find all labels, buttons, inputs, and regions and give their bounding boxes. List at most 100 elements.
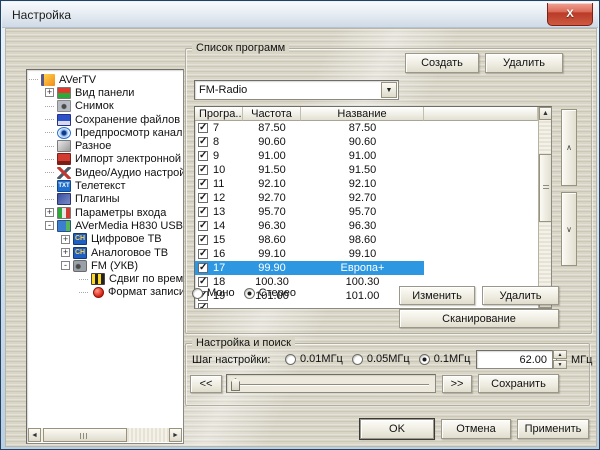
row-checkbox[interactable]: ✓ xyxy=(198,221,208,231)
tuning-step-radio[interactable]: 0.05МГц xyxy=(351,353,410,365)
program-number: 14 xyxy=(213,220,226,232)
save-button[interactable]: Сохранить xyxy=(478,374,559,393)
collapse-minus-icon[interactable]: - xyxy=(45,221,54,231)
table-scrollbar-thumb[interactable] xyxy=(539,154,551,222)
tree-item[interactable]: + Вид панели xyxy=(27,86,183,99)
slider-thumb[interactable] xyxy=(231,378,240,391)
tree-item[interactable]: Сохранение файлов xyxy=(27,113,183,126)
close-button[interactable]: X xyxy=(547,3,593,26)
tree-item[interactable]: TXT Телетекст xyxy=(27,179,183,193)
tree-item[interactable]: AVerTV xyxy=(27,73,183,86)
delete-button[interactable]: Удалить xyxy=(485,53,563,73)
row-checkbox[interactable]: ✓ xyxy=(198,193,208,203)
combo-dropdown-arrow-icon[interactable]: ▼ xyxy=(381,82,397,98)
expand-plus-icon[interactable]: + xyxy=(61,234,70,244)
step-forward-button[interactable]: >> xyxy=(442,375,472,393)
program-number: 11 xyxy=(213,178,225,190)
tree-item[interactable]: Плагины xyxy=(27,193,183,206)
table-row[interactable]: ✓ 12 92.70 92.70 xyxy=(195,191,551,205)
table-row[interactable]: ✓ 7 87.50 87.50 xyxy=(195,121,551,135)
step-back-button[interactable]: << xyxy=(190,375,222,393)
tuning-step-radio[interactable]: 0.01МГц xyxy=(285,353,343,365)
spin-up-button[interactable]: ▲ xyxy=(553,350,567,359)
table-row[interactable]: ✓ 9 91.00 91.00 xyxy=(195,149,551,163)
frequency-value-field[interactable]: 62.00 xyxy=(476,350,553,369)
table-row[interactable]: ✓ 15 98.60 98.60 xyxy=(195,233,551,247)
audio-mode-radio[interactable]: Стерео xyxy=(243,287,296,299)
expand-plus-icon[interactable]: + xyxy=(45,208,54,218)
tree-scrollbar-track[interactable] xyxy=(41,428,169,442)
column-header[interactable]: Програ... xyxy=(195,107,243,121)
scroll-right-arrow-icon[interactable]: ► xyxy=(169,428,182,442)
tree-item[interactable]: Предпросмотр каналов xyxy=(27,126,183,139)
delete-row-button[interactable]: Удалить xyxy=(482,286,559,305)
empty-cell xyxy=(424,177,538,191)
expand-plus-icon[interactable]: + xyxy=(45,88,54,98)
tree-item[interactable]: - FM (УКВ) xyxy=(27,259,183,272)
radio-icon xyxy=(285,353,296,365)
expand-plus-icon[interactable]: + xyxy=(61,248,70,257)
frequency-slider[interactable] xyxy=(226,374,436,393)
tree-item[interactable]: + CH Аналоговое ТВ xyxy=(27,246,183,259)
tree-item[interactable]: Видео/Аудио настройки xyxy=(27,166,183,179)
scroll-left-arrow-icon[interactable]: ◄ xyxy=(28,428,41,442)
tree-item[interactable]: + Параметры входа xyxy=(27,206,183,219)
table-row[interactable]: ✓ 16 99.10 99.10 xyxy=(195,247,551,261)
tree-item[interactable]: Формат записи xyxy=(27,286,183,299)
ok-button[interactable]: OK xyxy=(359,418,435,440)
radio-icon xyxy=(192,287,203,299)
name-cell: 92.70 xyxy=(348,192,377,204)
row-checkbox[interactable]: ✓ xyxy=(198,179,208,189)
tree-item[interactable]: Импорт электронной прог xyxy=(27,153,183,166)
scroll-up-arrow-icon[interactable]: ▲ xyxy=(539,107,551,120)
column-header[interactable]: Частота xyxy=(243,107,301,121)
column-header[interactable] xyxy=(424,107,538,121)
row-checkbox[interactable]: ✓ xyxy=(198,165,208,175)
edit-button[interactable]: Изменить xyxy=(399,286,475,305)
avertv-icon xyxy=(41,73,55,86)
tuning-step-radio[interactable]: 0.1МГц xyxy=(418,353,470,365)
row-checkbox[interactable]: ✓ xyxy=(198,123,208,133)
row-checkbox[interactable]: ✓ xyxy=(198,151,208,161)
table-row[interactable]: ✓ 10 91.50 91.50 xyxy=(195,163,551,177)
scan-button[interactable]: Сканирование xyxy=(399,309,559,328)
row-checkbox[interactable]: ✓ xyxy=(198,263,208,273)
cancel-button[interactable]: Отмена xyxy=(441,419,511,439)
tree-item[interactable]: Снимок xyxy=(27,100,183,113)
audio-mode-radio[interactable]: Моно xyxy=(192,287,235,299)
frequency-cell: 91.50 xyxy=(258,164,286,176)
row-checkbox[interactable]: ✓ xyxy=(198,303,208,308)
table-row[interactable]: ✓ 14 96.30 96.30 xyxy=(195,219,551,233)
radio-icon xyxy=(243,287,255,299)
tree-item[interactable]: - AVerMedia H830 USB Hybri xyxy=(27,219,183,232)
create-button[interactable]: Создать xyxy=(405,53,479,73)
tree-item-label: Предпросмотр каналов xyxy=(75,126,183,139)
tree-item[interactable]: Разное xyxy=(27,139,183,153)
tree-item[interactable]: Сдвиг по времени xyxy=(27,272,183,286)
apply-button[interactable]: Применить xyxy=(517,419,589,439)
tree-item[interactable]: + CH Цифровое ТВ xyxy=(27,233,183,246)
spin-down-button[interactable]: ▼ xyxy=(553,360,567,369)
row-checkbox[interactable]: ✓ xyxy=(198,137,208,147)
table-row[interactable]: ✓ 17 99.90 Европа+ xyxy=(195,261,551,275)
tree-scrollbar-thumb[interactable] xyxy=(43,428,127,442)
table-row[interactable]: ✓ 13 95.70 95.70 xyxy=(195,205,551,219)
row-checkbox[interactable]: ✓ xyxy=(198,235,208,245)
row-checkbox[interactable]: ✓ xyxy=(198,249,208,259)
program-group-combobox[interactable]: FM-Radio ▼ xyxy=(194,80,399,100)
titlebar[interactable]: Настройка X xyxy=(2,2,598,28)
grip-icon xyxy=(543,185,549,191)
row-checkbox[interactable]: ✓ xyxy=(198,277,208,287)
table-row[interactable]: ✓ 8 90.60 90.60 xyxy=(195,135,551,149)
table-vertical-scrollbar[interactable]: ▲ ▼ xyxy=(538,107,551,308)
collapse-minus-icon[interactable]: - xyxy=(61,261,70,271)
analog-tv-icon: CH xyxy=(73,246,87,259)
row-checkbox[interactable]: ✓ xyxy=(198,207,208,217)
table-row[interactable]: ✓ 11 92.10 92.10 xyxy=(195,177,551,191)
tree-horizontal-scrollbar[interactable]: ◄ ► xyxy=(28,428,182,442)
move-up-button[interactable]: ∧ xyxy=(561,109,577,186)
move-down-button[interactable]: ∨ xyxy=(561,192,577,266)
program-number-cell: ✓ 16 xyxy=(195,247,243,261)
column-header[interactable]: Название xyxy=(301,107,424,121)
program-number: 13 xyxy=(213,206,226,218)
